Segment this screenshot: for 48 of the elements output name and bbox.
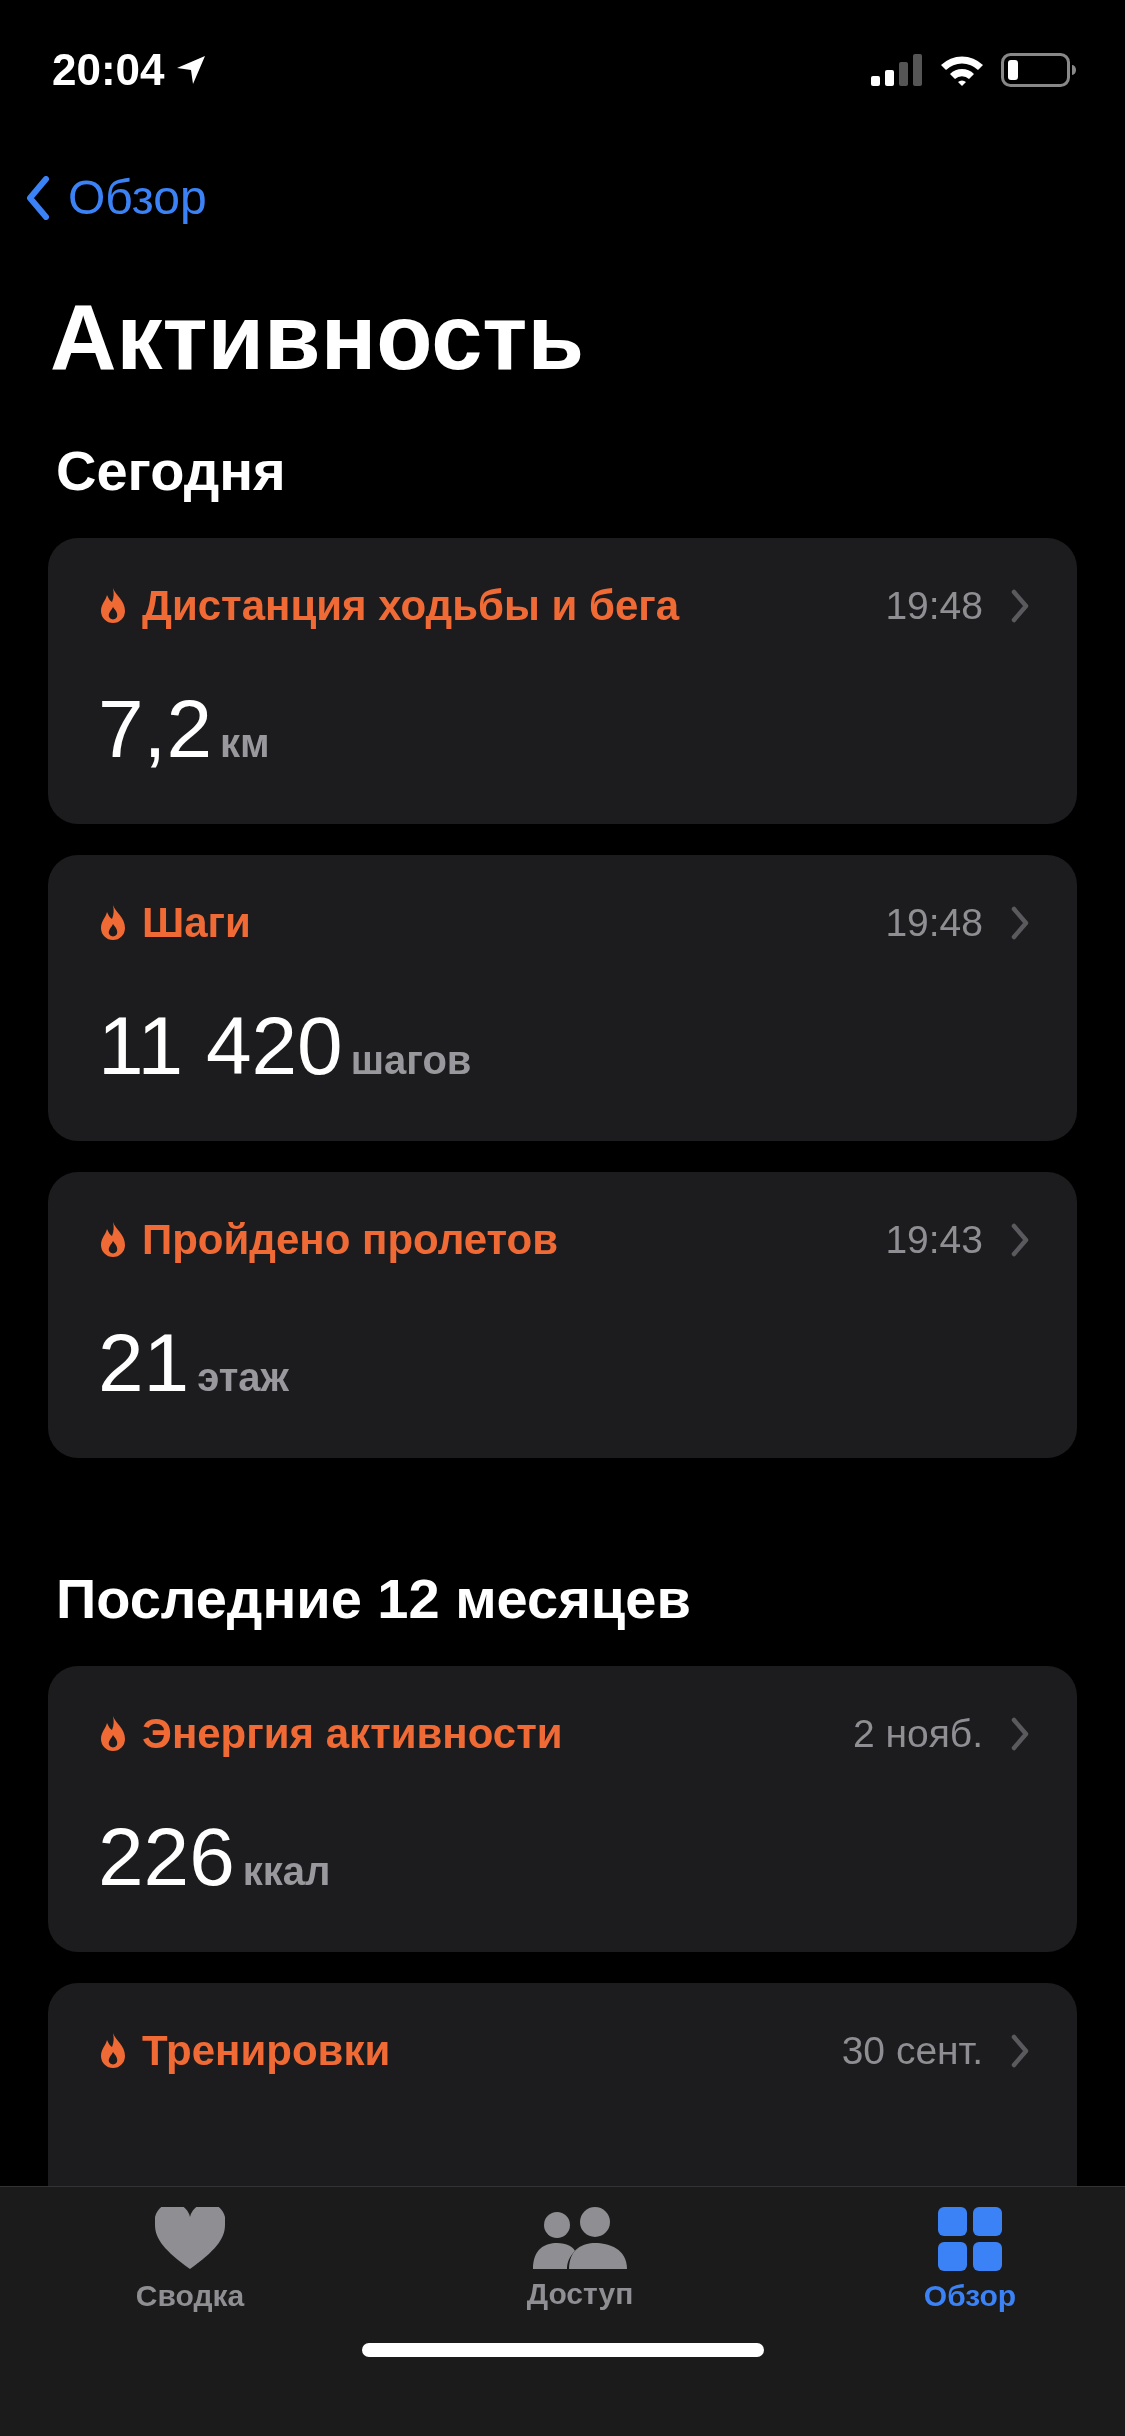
metric-card[interactable]: Дистанция ходьбы и бега 19:48 7,2 км bbox=[48, 538, 1077, 824]
metric-card[interactable]: Пройдено пролетов 19:43 21 этаж bbox=[48, 1172, 1077, 1458]
metric-title: Дистанция ходьбы и бега bbox=[142, 582, 681, 630]
metric-card[interactable]: Тренировки 30 сент. bbox=[48, 1983, 1077, 2186]
metric-time: 30 сент. bbox=[841, 2029, 983, 2073]
metric-unit: км bbox=[220, 721, 270, 766]
section-heading: Последние 12 месяцев bbox=[56, 1565, 692, 1632]
metric-unit: ккал bbox=[242, 1849, 331, 1894]
chevron-right-icon bbox=[1011, 2034, 1029, 2068]
metric-value: 11 420 bbox=[98, 999, 343, 1093]
flame-icon bbox=[98, 904, 128, 942]
metric-value: 7,2 bbox=[98, 682, 212, 776]
tab-item[interactable]: Обзор bbox=[880, 2207, 1060, 2313]
metric-title: Энергия активности bbox=[142, 1710, 564, 1758]
wifi-icon bbox=[939, 53, 985, 87]
flame-icon bbox=[98, 1221, 128, 1259]
chevron-right-icon bbox=[1011, 1717, 1029, 1751]
metric-value: 226 bbox=[98, 1810, 235, 1904]
metric-card[interactable]: Энергия активности 2 нояб. 226 ккал bbox=[48, 1666, 1077, 1952]
tab-item[interactable]: Доступ bbox=[490, 2207, 670, 2313]
metric-unit: шагов bbox=[350, 1038, 472, 1083]
signal-icon bbox=[871, 54, 923, 86]
metric-time: 19:48 bbox=[885, 901, 983, 945]
metric-unit: этаж bbox=[197, 1355, 289, 1400]
metric-time: 2 нояб. bbox=[852, 1712, 983, 1756]
flame-icon bbox=[98, 1715, 128, 1753]
page-title: Активность bbox=[50, 285, 585, 390]
chevron-right-icon bbox=[1011, 906, 1029, 940]
grid-icon bbox=[938, 2207, 1002, 2271]
chevron-right-icon bbox=[1011, 589, 1029, 623]
back-button[interactable]: Обзор bbox=[26, 170, 207, 225]
heart-icon bbox=[155, 2207, 225, 2271]
metric-title: Шаги bbox=[142, 899, 252, 947]
chevron-right-icon bbox=[1011, 1223, 1029, 1257]
tab-item[interactable]: Сводка bbox=[100, 2207, 280, 2313]
battery-icon bbox=[1001, 53, 1077, 87]
clock-time: 20:04 bbox=[52, 45, 165, 95]
flame-icon bbox=[98, 2032, 128, 2070]
flame-icon bbox=[98, 587, 128, 625]
section-heading: Сегодня bbox=[56, 437, 287, 504]
metric-title: Тренировки bbox=[142, 2027, 392, 2075]
metric-time: 19:43 bbox=[885, 1218, 983, 1262]
metric-value: 21 bbox=[98, 1316, 190, 1410]
metric-time: 19:48 bbox=[885, 584, 983, 628]
chevron-left-icon bbox=[26, 175, 50, 220]
metric-title: Пройдено пролетов bbox=[142, 1216, 560, 1264]
metric-card[interactable]: Шаги 19:48 11 420 шагов bbox=[48, 855, 1077, 1141]
people-icon bbox=[533, 2207, 627, 2269]
